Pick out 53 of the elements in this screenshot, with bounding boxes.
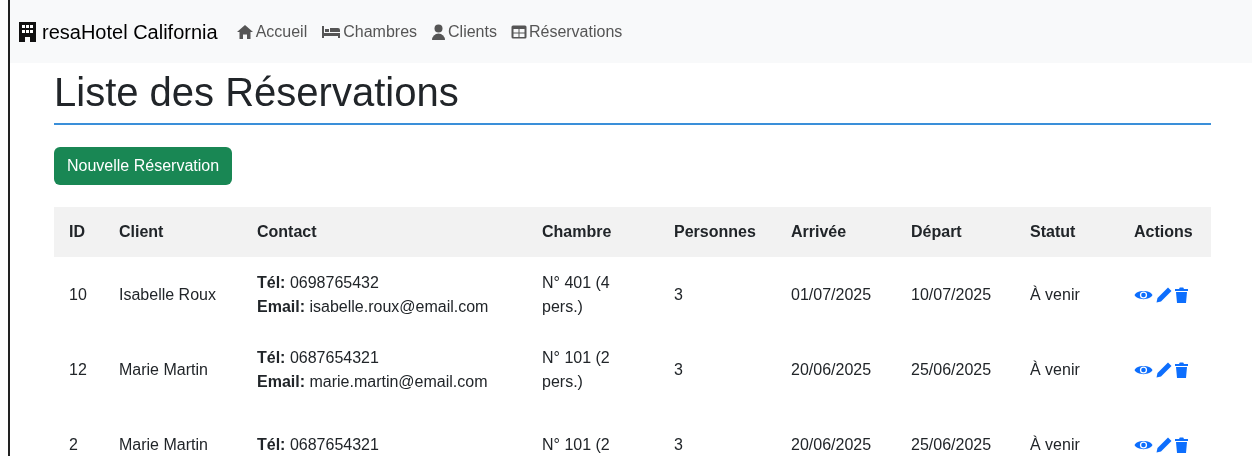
- table-cell-text: 3: [673, 359, 684, 380]
- column-header: Contact: [242, 207, 527, 257]
- column-header: Actions: [1119, 207, 1211, 257]
- delete-icon[interactable]: [1175, 436, 1188, 453]
- user-icon: [431, 23, 447, 40]
- hotel-icon: [19, 21, 36, 42]
- edit-icon[interactable]: [1156, 361, 1172, 378]
- table-cell-text: À venir: [1029, 434, 1081, 455]
- edit-icon[interactable]: [1156, 286, 1172, 303]
- table-cell: N° 401 (4 pers.): [527, 257, 659, 332]
- column-header: Client: [104, 207, 242, 257]
- table-cell-text: N° 101 (2 pers.): [541, 347, 611, 392]
- delete-icon[interactable]: [1175, 361, 1188, 378]
- column-header: Arrivée: [776, 207, 896, 257]
- column-header: Statut: [1015, 207, 1119, 257]
- table-cell-text: 20/06/2025: [790, 434, 873, 455]
- email-text: Email: marie.martin@email.com: [257, 371, 489, 392]
- table-cell-text: 20/06/2025: [790, 359, 873, 380]
- bed-icon: [321, 24, 342, 39]
- email-text: Email: isabelle.roux@email.com: [257, 296, 490, 317]
- table-cell-text: 25/06/2025: [910, 434, 993, 455]
- table-cell: 01/07/2025: [776, 257, 896, 332]
- table-cell-text: 12: [68, 359, 88, 380]
- table-cell-text: Marie Martin: [118, 359, 209, 380]
- nav-link[interactable]: Chambres: [321, 19, 418, 44]
- edit-icon[interactable]: [1156, 436, 1172, 453]
- page-title: Liste des Réservations: [54, 63, 1211, 125]
- table-cell-text: 3: [673, 434, 684, 455]
- phone-text: Tél: 0687654321: [257, 434, 380, 455]
- table-cell: À venir: [1015, 257, 1119, 332]
- table-cell: 10: [54, 257, 104, 332]
- delete-icon[interactable]: [1175, 286, 1188, 303]
- table-cell-text: 25/06/2025: [910, 359, 993, 380]
- table-cell-text: N° 101 (2: [541, 434, 611, 455]
- new-reservation-button[interactable]: Nouvelle Réservation: [54, 147, 233, 185]
- nav-link[interactable]: Réservations: [510, 19, 623, 44]
- nav-link[interactable]: Clients: [431, 19, 497, 44]
- table-icon: [510, 24, 527, 39]
- table-cell: 3: [659, 257, 776, 332]
- nav-link[interactable]: Accueil: [235, 19, 308, 44]
- column-header: Départ: [896, 207, 1015, 257]
- home-icon: [235, 23, 254, 40]
- table-cell: 10/07/2025: [896, 257, 1015, 332]
- table-cell-text: À venir: [1029, 359, 1081, 380]
- table-cell: Isabelle Roux: [104, 257, 242, 332]
- phone-text: Tél: 0698765432: [257, 272, 380, 293]
- column-header: Personnes: [659, 207, 776, 257]
- brand-link[interactable]: resaHotel California: [19, 16, 218, 47]
- column-header: Chambre: [527, 207, 659, 257]
- table-cell-text: Marie Martin: [118, 434, 209, 455]
- phone-text: Tél: 0687654321: [257, 347, 380, 368]
- column-header: ID: [54, 207, 104, 257]
- table-cell-text: 2: [68, 434, 79, 455]
